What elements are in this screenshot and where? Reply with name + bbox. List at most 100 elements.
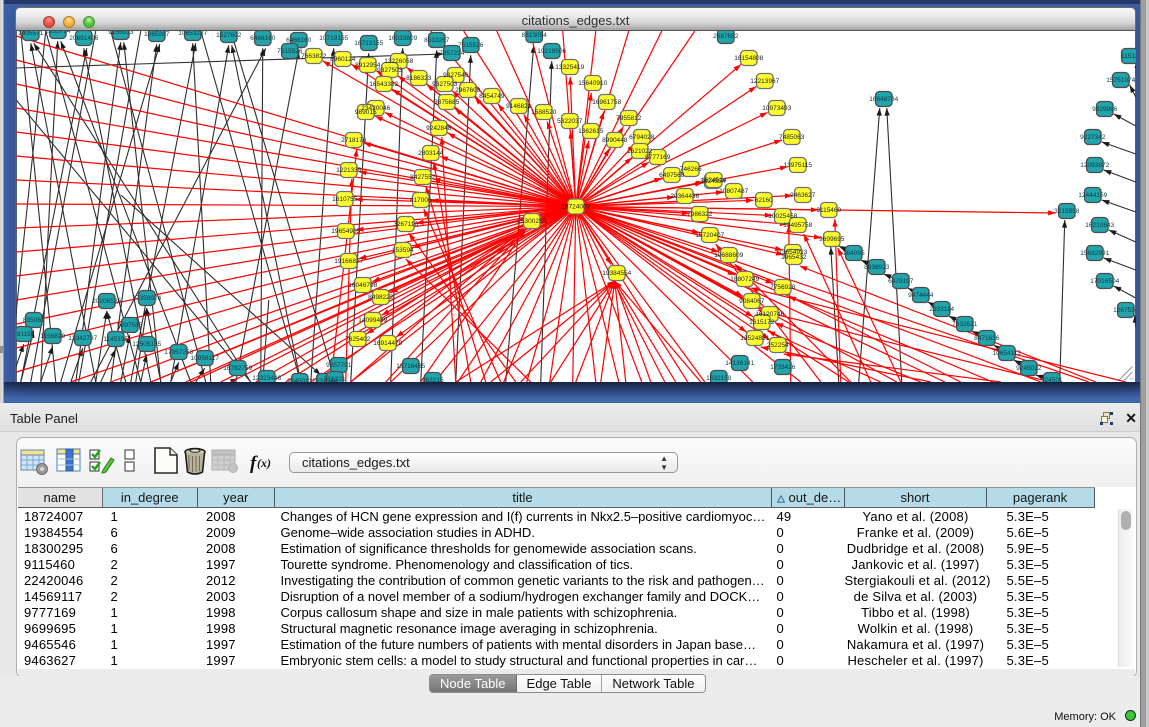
svg-text:12323448: 12323448 [252, 375, 281, 382]
svg-text:2055714: 2055714 [45, 31, 71, 35]
svg-text:1527602: 1527602 [216, 32, 242, 39]
svg-text:16648784: 16648784 [869, 96, 898, 103]
svg-text:19654985: 19654985 [331, 228, 360, 235]
svg-text:19384554: 19384554 [602, 270, 631, 277]
svg-text:14136141: 14136141 [725, 360, 754, 367]
svg-text:13524851: 13524851 [740, 335, 769, 342]
svg-text:8498222: 8498222 [368, 294, 394, 301]
svg-text:216321: 216321 [323, 376, 345, 382]
svg-text:16543382: 16543382 [369, 81, 398, 88]
svg-text:16961758: 16961758 [592, 99, 621, 106]
svg-text:10958117: 10958117 [190, 355, 219, 362]
svg-text:8938923: 8938923 [864, 264, 890, 271]
svg-text:1145195: 1145195 [103, 336, 128, 343]
svg-text:7485063: 7485063 [779, 134, 805, 141]
svg-text:1221338: 1221338 [336, 167, 362, 174]
svg-text:15640910: 15640910 [578, 80, 607, 87]
svg-text:7515526: 7515526 [277, 48, 303, 55]
svg-text:10973493: 10973493 [762, 105, 791, 112]
svg-text:16120746: 16120746 [755, 311, 784, 318]
svg-text:9777169: 9777169 [645, 154, 671, 161]
svg-text:9115460: 9115460 [816, 207, 841, 214]
svg-text:18807249: 18807249 [730, 276, 759, 283]
svg-text:163215: 163215 [421, 377, 443, 382]
svg-text:17359924: 17359924 [132, 295, 161, 302]
svg-text:17957253: 17957253 [164, 349, 193, 356]
svg-text:8186323: 8186323 [406, 75, 432, 82]
svg-text:1065287: 1065287 [144, 31, 170, 38]
svg-text:13325419: 13325419 [555, 64, 584, 71]
svg-text:10688609: 10688609 [714, 252, 743, 259]
svg-text:13975115: 13975115 [783, 162, 812, 169]
svg-text:8813054: 8813054 [521, 32, 547, 39]
svg-text:12093872: 12093872 [1080, 162, 1109, 169]
svg-text:9227342: 9227342 [1080, 134, 1106, 141]
svg-text:7515526: 7515526 [458, 42, 484, 49]
svg-text:20364436: 20364436 [670, 193, 699, 200]
svg-text:12342737: 12342737 [68, 335, 97, 342]
svg-text:20691406: 20691406 [69, 35, 98, 42]
svg-text:6466160: 6466160 [286, 37, 312, 44]
svg-text:62160: 62160 [754, 197, 772, 204]
svg-text:11512: 11512 [1120, 53, 1135, 60]
svg-text:12444159: 12444159 [1078, 192, 1107, 199]
svg-text:15716485: 15716485 [396, 363, 425, 370]
svg-text:10025458: 10025458 [768, 213, 797, 220]
svg-text:12505135: 12505135 [132, 341, 161, 348]
svg-text:9463627: 9463627 [790, 192, 816, 199]
svg-text:19218506: 19218506 [537, 48, 566, 55]
svg-text:15720407: 15720407 [695, 232, 724, 239]
svg-text:2687682: 2687682 [713, 33, 739, 40]
svg-text:1588520: 1588520 [531, 109, 557, 116]
svg-text:1624514: 1624514 [701, 177, 727, 184]
svg-text:9329966: 9329966 [1092, 106, 1118, 113]
svg-text:8533267: 8533267 [424, 37, 450, 44]
svg-text:8990448: 8990448 [602, 137, 628, 144]
svg-text:3875685: 3875685 [434, 99, 460, 106]
svg-text:9245012: 9245012 [1016, 365, 1042, 372]
svg-text:18724007: 18724007 [561, 204, 590, 211]
svg-text:9146821: 9146821 [506, 103, 532, 110]
svg-text:15751074: 15751074 [1106, 77, 1135, 84]
svg-text:16154808: 16154808 [734, 55, 763, 62]
svg-text:9097585: 9097585 [117, 322, 143, 329]
svg-text:8454749: 8454749 [479, 93, 505, 100]
svg-text:9245012: 9245012 [287, 378, 313, 382]
svg-text:16033809: 16033809 [388, 35, 417, 42]
svg-text:5322037: 5322037 [557, 118, 583, 125]
svg-text:18495758: 18495758 [783, 222, 812, 229]
svg-text:9327503: 9327503 [377, 67, 403, 74]
svg-text:1733426: 1733426 [770, 364, 796, 371]
svg-text:10719155: 10719155 [319, 35, 348, 42]
svg-text:252254: 252254 [766, 342, 788, 349]
svg-text:25300255: 25300255 [517, 218, 546, 225]
svg-text:20206536: 20206536 [92, 298, 121, 305]
svg-text:1965432: 1965432 [781, 254, 807, 261]
svg-text:16210643: 16210643 [1085, 222, 1114, 229]
svg-text:7857224: 7857224 [439, 50, 465, 57]
svg-text:16046798: 16046798 [348, 282, 377, 289]
svg-text:16713155: 16713155 [354, 40, 383, 47]
svg-text:9155013: 9155013 [108, 31, 134, 36]
svg-text:924501: 924501 [1040, 377, 1062, 382]
svg-text:16782759: 16782759 [223, 365, 252, 372]
svg-text:7663822: 7663822 [301, 53, 327, 60]
svg-text:9242848: 9242848 [426, 125, 452, 132]
svg-text:153594: 153594 [391, 247, 413, 254]
svg-text:7632621: 7632621 [952, 321, 978, 328]
svg-text:1632158: 1632158 [706, 375, 732, 382]
svg-text:16914479: 16914479 [373, 340, 402, 347]
svg-text:9699695: 9699695 [819, 236, 845, 243]
svg-text:(x): (x) [257, 456, 271, 470]
svg-text:14099489: 14099489 [358, 317, 387, 324]
svg-text:9327503: 9327503 [432, 81, 458, 88]
svg-text:391159: 391159 [16, 331, 35, 338]
svg-text:12213967: 12213967 [750, 78, 779, 85]
svg-text:989015: 989015 [354, 109, 376, 116]
svg-text:164095: 164095 [842, 250, 864, 257]
svg-text:7756928: 7756928 [770, 284, 796, 291]
svg-text:6794028: 6794028 [629, 134, 655, 141]
svg-text:1610755: 1610755 [332, 196, 358, 203]
svg-text:1362615: 1362615 [578, 128, 604, 135]
svg-text:2803144: 2803144 [418, 150, 444, 157]
